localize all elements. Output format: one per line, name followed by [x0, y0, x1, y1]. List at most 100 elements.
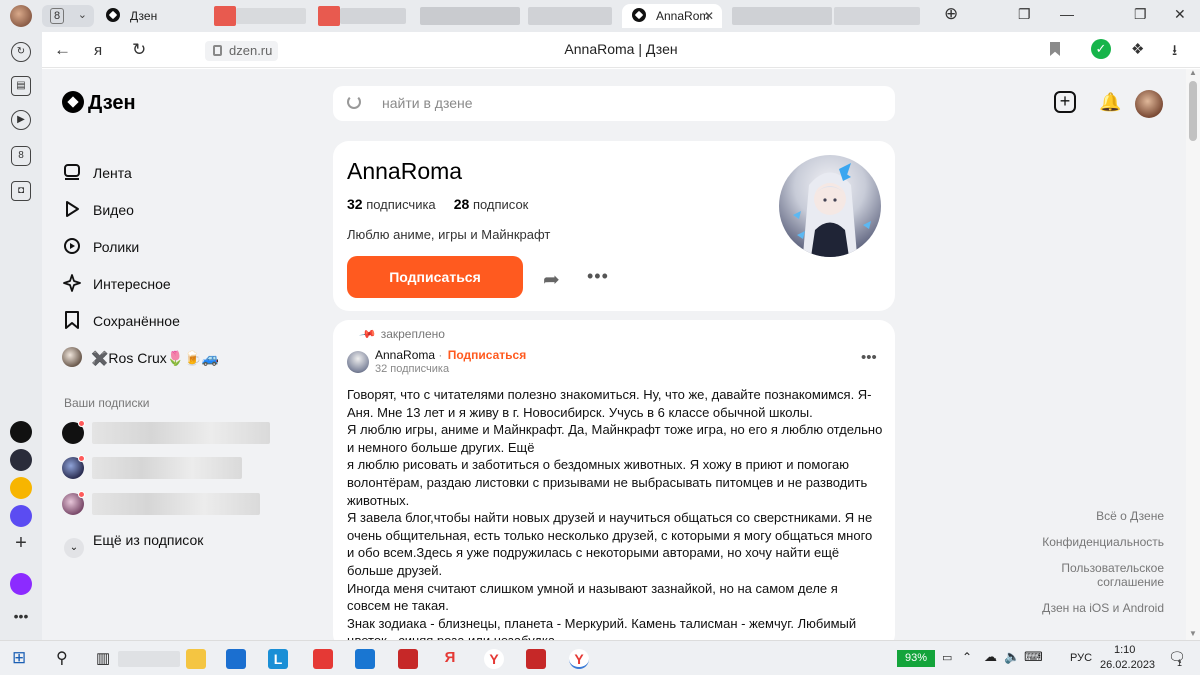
task-view-icon[interactable]: ▥: [96, 649, 110, 667]
close-window-icon[interactable]: ✕: [1174, 6, 1186, 23]
clock-time[interactable]: 1:10: [1114, 644, 1135, 656]
tab-dzen[interactable]: Дзен: [106, 4, 206, 28]
dzen-logo[interactable]: Дзен: [62, 91, 136, 115]
nav-item-channel[interactable]: ✖️Ros Crux🌷🍺🚙: [62, 346, 302, 383]
more-subscriptions-button[interactable]: ⌄ Ещё из подписок: [64, 532, 203, 558]
blurred-taskbar-item[interactable]: [118, 651, 180, 667]
history-icon[interactable]: ↻: [11, 42, 31, 62]
nav-item-video[interactable]: Видео: [62, 198, 302, 235]
tab-annaroma[interactable]: AnnaRom ✕: [622, 4, 722, 28]
post-subscribe-link[interactable]: Подписаться: [448, 348, 526, 362]
app-l-icon[interactable]: L: [268, 649, 288, 669]
add-panel-icon[interactable]: +: [11, 533, 31, 555]
collections-icon[interactable]: ❐: [1018, 6, 1031, 23]
nav-label: Лента: [93, 165, 132, 181]
red-app-icon[interactable]: [313, 649, 333, 669]
more-options-icon[interactable]: •••: [587, 266, 609, 287]
alice-icon[interactable]: [10, 449, 32, 471]
network-icon[interactable]: ☁: [984, 649, 997, 665]
blurred-tab[interactable]: [528, 7, 612, 25]
extensions-icon[interactable]: ❖: [1131, 40, 1144, 58]
store-icon[interactable]: [226, 649, 246, 669]
footer-terms-link[interactable]: Пользовательское соглашение: [1054, 561, 1164, 589]
post-author-avatar[interactable]: [347, 351, 369, 373]
screenshot-icon[interactable]: ◘: [11, 181, 31, 201]
maximize-icon[interactable]: ❐: [1134, 6, 1147, 23]
downloads-icon[interactable]: ⭳: [1172, 40, 1177, 65]
keyboard-icon[interactable]: ⌨: [1024, 649, 1043, 665]
close-icon[interactable]: ✕: [704, 4, 714, 28]
market-icon[interactable]: [10, 477, 32, 499]
post-author-line: AnnaRoma · Подписаться: [375, 348, 526, 362]
page-scrollbar[interactable]: ▲ ▼: [1186, 68, 1200, 640]
profile-avatar[interactable]: [10, 5, 32, 27]
scroll-up-arrow-icon[interactable]: ▲: [1189, 68, 1197, 77]
protect-check-icon[interactable]: ✓: [1091, 39, 1111, 59]
footer-privacy-link[interactable]: Конфиденциальность: [1042, 535, 1164, 549]
chevron-up-icon[interactable]: ⌃: [962, 650, 972, 664]
battery-indicator[interactable]: 93%: [897, 650, 935, 667]
windows-start-icon[interactable]: ⊞: [12, 648, 26, 668]
app-icon-360[interactable]: [10, 421, 32, 443]
antivirus-icon[interactable]: [526, 649, 546, 669]
search-input[interactable]: найти в дзене: [333, 86, 895, 121]
yandex-browser-icon[interactable]: Я: [440, 649, 460, 669]
more-icon[interactable]: •••: [11, 608, 31, 628]
separator-dot: ·: [438, 348, 443, 362]
mail-icon[interactable]: [355, 649, 375, 669]
language-indicator[interactable]: РУС: [1070, 652, 1092, 664]
post-author-name[interactable]: AnnaRoma: [375, 348, 435, 362]
search-icon[interactable]: ⚲: [56, 648, 68, 668]
footer-apps-link[interactable]: Дзен на iOS и Android: [1042, 601, 1164, 615]
new-tab-button[interactable]: ⊕: [944, 4, 958, 24]
yandex-icon[interactable]: Y: [484, 649, 504, 669]
nav-label: Ролики: [93, 239, 140, 255]
bell-icon[interactable]: 🔔: [1099, 91, 1121, 113]
blurred-tab[interactable]: [834, 7, 920, 25]
minimize-icon[interactable]: —: [1060, 6, 1074, 22]
messenger-icon[interactable]: [10, 505, 32, 527]
subscribe-button[interactable]: Подписаться: [347, 256, 523, 298]
scroll-thumb[interactable]: [1189, 81, 1197, 141]
more-subscriptions-label: Ещё из подписок: [93, 532, 204, 548]
blurred-tab[interactable]: [340, 8, 406, 24]
new-post-dot: [78, 491, 85, 498]
post-text[interactable]: Говорят, что с читателями полезно знаком…: [347, 386, 883, 640]
scroll-down-arrow-icon[interactable]: ▼: [1189, 629, 1197, 638]
share-icon[interactable]: ➦: [543, 267, 560, 292]
volume-icon[interactable]: 🔈: [1004, 649, 1020, 665]
subscription-item[interactable]: [62, 455, 292, 481]
taskbar: ⊞ ⚲ ▥ L Я Y Y 93% ▭ ⌃ ☁ 🔈 ⌨ РУС 1:10 26.…: [0, 640, 1200, 675]
nav-label: Интересное: [93, 276, 171, 292]
nav-item-saved[interactable]: Сохранённое: [62, 309, 302, 346]
alice-assistant-icon[interactable]: [10, 573, 32, 595]
play-icon: [66, 201, 79, 217]
tab-counter-button[interactable]: 8 ⌄: [42, 5, 94, 27]
user-avatar[interactable]: [1135, 90, 1163, 118]
blurred-tab[interactable]: [732, 7, 832, 25]
battery-icon[interactable]: ▭: [942, 651, 952, 664]
play-icon[interactable]: ▶: [11, 110, 31, 130]
clock-date[interactable]: 26.02.2023: [1100, 659, 1155, 671]
collections-panel-icon[interactable]: ▤: [11, 76, 31, 96]
subscription-item[interactable]: [62, 491, 292, 517]
blurred-tab[interactable]: [420, 7, 520, 25]
tabs-icon[interactable]: 8: [11, 146, 31, 166]
antivirus-icon[interactable]: [398, 649, 418, 669]
nav-item-feed[interactable]: Лента: [62, 161, 302, 198]
blurred-tab[interactable]: [236, 8, 306, 24]
channel-avatar[interactable]: [779, 155, 881, 257]
nav-item-interesting[interactable]: Интересное: [62, 272, 302, 309]
yandex-active-icon[interactable]: Y: [569, 649, 589, 669]
search-icon: [347, 95, 361, 109]
blurred-tab[interactable]: [214, 6, 236, 26]
create-post-button[interactable]: +: [1054, 91, 1076, 113]
subscription-item[interactable]: [62, 420, 292, 446]
post-more-options-icon[interactable]: •••: [861, 349, 877, 366]
nav-item-shorts[interactable]: Ролики: [62, 235, 302, 272]
main-nav: Лента Видео Ролики Интересное Сохранённо…: [62, 161, 302, 383]
footer-about-link[interactable]: Всё о Дзене: [1042, 509, 1164, 523]
post-paragraph: Я люблю игры, аниме и Майнкрафт. Да, Май…: [347, 422, 883, 455]
blurred-tab[interactable]: [318, 6, 340, 26]
file-explorer-icon[interactable]: [186, 649, 206, 669]
